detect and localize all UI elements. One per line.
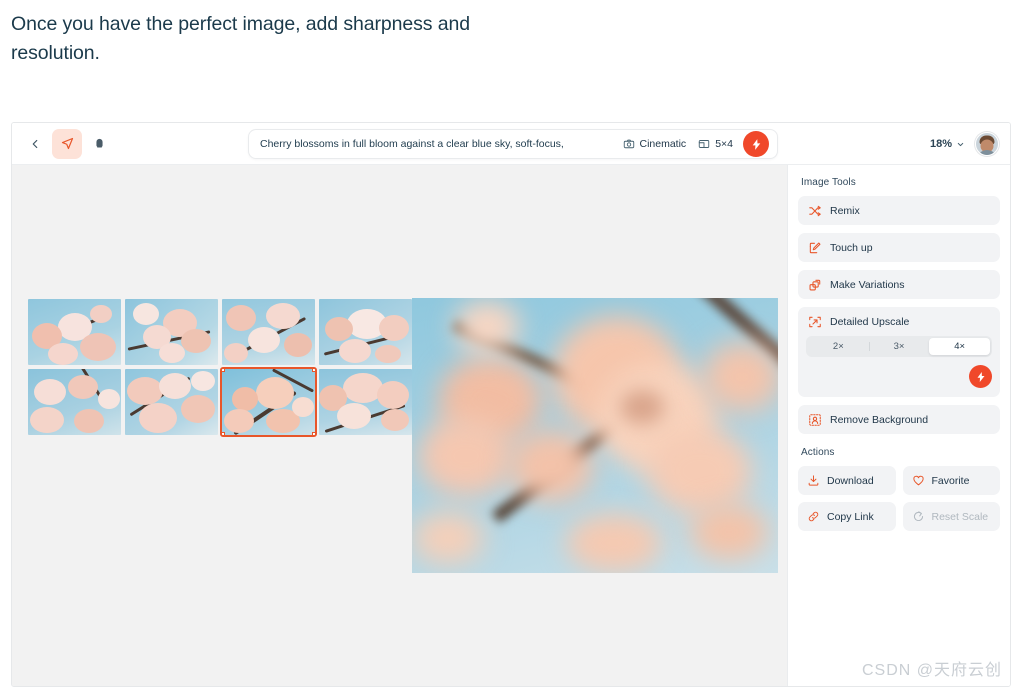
thumbnail-grid: [28, 299, 412, 437]
download-icon: [808, 475, 819, 486]
generate-button[interactable]: [743, 131, 769, 157]
remove-background-label: Remove Background: [830, 413, 929, 426]
prompt-input[interactable]: Cherry blossoms in full bloom against a …: [260, 138, 617, 150]
thumbnail-item[interactable]: [28, 369, 121, 435]
aspect-ratio-chip[interactable]: 5×4: [692, 138, 739, 150]
camera-icon: [623, 139, 634, 149]
person-cutout-icon: [809, 413, 821, 426]
thumbnail-item[interactable]: [28, 299, 121, 365]
app-body: Image Tools Remix Touch up Make Variatio…: [12, 165, 1010, 686]
pencil-square-icon: [809, 242, 821, 253]
touch-up-label: Touch up: [830, 241, 873, 254]
blossom-art: [319, 299, 412, 365]
remix-label: Remix: [830, 204, 860, 217]
cursor-arrow-icon: [61, 137, 73, 150]
expand-arrow-icon: [809, 316, 821, 327]
style-chip-label: Cinematic: [639, 138, 687, 150]
zoom-level-value: 18%: [929, 138, 952, 150]
touch-up-button[interactable]: Touch up: [798, 233, 1000, 262]
aspect-ratio-icon: [698, 140, 710, 148]
resize-handle-top-left[interactable]: [222, 369, 225, 372]
blossom-art: [125, 299, 218, 365]
run-upscale-button[interactable]: [969, 365, 992, 388]
aspect-ratio-label: 5×4: [715, 138, 733, 150]
preview-blossom-art: [412, 298, 778, 573]
scale-option-2x[interactable]: 2×: [808, 338, 869, 355]
canvas-area[interactable]: [12, 165, 788, 686]
copies-icon: [809, 279, 821, 290]
favorite-label: Favorite: [931, 474, 970, 487]
stamp-tool-button[interactable]: [84, 129, 114, 159]
right-panel: Image Tools Remix Touch up Make Variatio…: [788, 165, 1010, 686]
back-button[interactable]: [20, 129, 50, 159]
thumbnail-item[interactable]: [125, 369, 218, 435]
style-chip[interactable]: Cinematic: [617, 138, 693, 150]
image-tools-title: Image Tools: [801, 177, 856, 188]
lightning-bolt-icon: [752, 138, 760, 150]
remove-background-button[interactable]: Remove Background: [798, 405, 1000, 434]
blossom-art: [222, 369, 315, 435]
watermark: CSDN @天府云创: [861, 662, 1002, 679]
resize-handle-bottom-left[interactable]: [222, 432, 225, 435]
blossom-art: [222, 299, 315, 365]
rotate-ccw-icon: [913, 511, 923, 522]
reset-scale-button[interactable]: Reset Scale: [902, 502, 1000, 531]
make-variations-label: Make Variations: [830, 278, 905, 291]
heart-icon: [912, 475, 924, 486]
chevron-down-icon: [957, 142, 964, 146]
resize-handle-top-right[interactable]: [312, 369, 315, 372]
blossom-art: [28, 299, 121, 365]
download-button[interactable]: Download: [798, 466, 896, 495]
toolbar-left-tools: [20, 128, 114, 159]
lightning-bolt-icon: [977, 371, 984, 382]
app-window: Cherry blossoms in full bloom against a …: [11, 122, 1011, 687]
stamp-icon: [95, 138, 103, 148]
remix-button[interactable]: Remix: [798, 196, 1000, 225]
scale-option-4x[interactable]: 4×: [929, 338, 991, 355]
chevron-left-icon: [32, 139, 38, 148]
toolbar-right: 18%: [930, 123, 999, 165]
thumbnail-item-selected[interactable]: [220, 367, 317, 437]
page-heading: Once you have the perfect image, add sha…: [11, 13, 470, 64]
thumbnail-item[interactable]: [319, 369, 412, 435]
link-icon: [808, 511, 819, 522]
favorite-button[interactable]: Favorite: [902, 466, 1000, 495]
detailed-upscale-button[interactable]: Detailed Upscale: [798, 307, 1000, 336]
blossom-art: [319, 369, 412, 435]
download-label: Download: [827, 474, 874, 487]
main-preview-image[interactable]: [412, 298, 778, 573]
thumbnail-item[interactable]: [125, 299, 218, 365]
zoom-level-control[interactable]: 18%: [930, 138, 965, 150]
thumbnail-item[interactable]: [319, 299, 412, 365]
copy-link-label: Copy Link: [827, 510, 874, 523]
actions-title: Actions: [801, 447, 835, 458]
upscale-scale-selector[interactable]: 2× 3× 4×: [806, 336, 992, 357]
actions-grid: Download Favorite Copy Link Reset Scale: [798, 466, 1000, 531]
blossom-art: [125, 369, 218, 435]
detailed-upscale-block: Detailed Upscale 2× 3× 4×: [798, 307, 1000, 397]
avatar[interactable]: [975, 132, 999, 156]
upscale-run-row: [798, 357, 1000, 397]
make-variations-button[interactable]: Make Variations: [798, 270, 1000, 299]
shuffle-icon: [809, 205, 821, 216]
thumbnail-item[interactable]: [222, 299, 315, 365]
prompt-bar[interactable]: Cherry blossoms in full bloom against a …: [248, 129, 778, 159]
reset-scale-label: Reset Scale: [931, 510, 989, 523]
resize-handle-bottom-right[interactable]: [312, 432, 315, 435]
top-toolbar: Cherry blossoms in full bloom against a …: [12, 123, 1010, 165]
blossom-art: [28, 369, 121, 435]
avatar-body: [977, 150, 997, 155]
detailed-upscale-label: Detailed Upscale: [830, 315, 910, 328]
copy-link-button[interactable]: Copy Link: [798, 502, 896, 531]
scale-option-3x[interactable]: 3×: [868, 338, 930, 355]
select-tool-button[interactable]: [52, 128, 82, 159]
